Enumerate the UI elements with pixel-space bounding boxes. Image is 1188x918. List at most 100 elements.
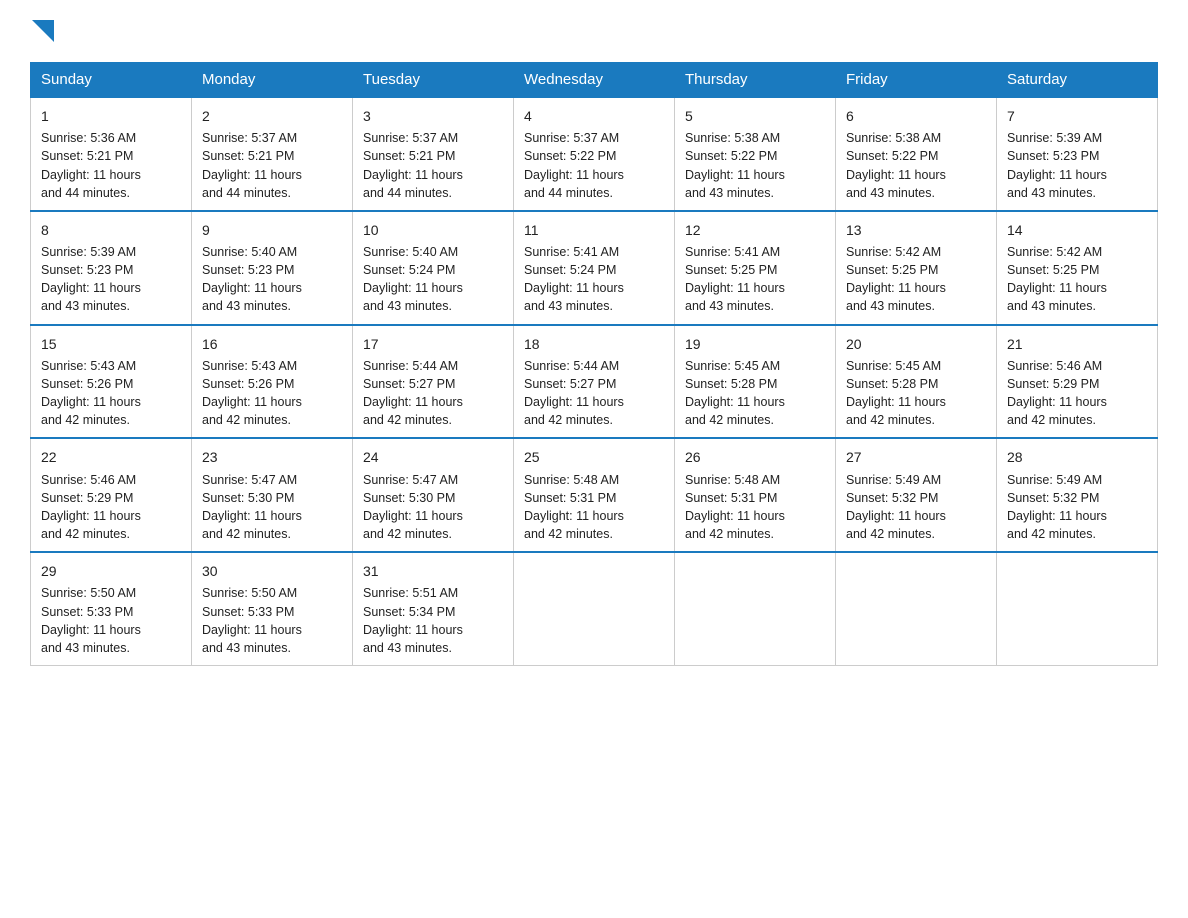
calendar-week-row: 22 Sunrise: 5:46 AMSunset: 5:29 PMDayligh… — [31, 438, 1158, 552]
calendar-cell: 9 Sunrise: 5:40 AMSunset: 5:23 PMDaylight… — [192, 211, 353, 325]
day-number: 10 — [363, 220, 503, 240]
calendar-cell: 1 Sunrise: 5:36 AMSunset: 5:21 PMDaylight… — [31, 97, 192, 211]
day-info: Sunrise: 5:49 AMSunset: 5:32 PMDaylight:… — [846, 473, 946, 541]
day-info: Sunrise: 5:50 AMSunset: 5:33 PMDaylight:… — [41, 586, 141, 654]
calendar-header-row: SundayMondayTuesdayWednesdayThursdayFrid… — [31, 63, 1158, 98]
day-number: 29 — [41, 561, 181, 581]
day-number: 24 — [363, 447, 503, 467]
day-number: 9 — [202, 220, 342, 240]
day-info: Sunrise: 5:46 AMSunset: 5:29 PMDaylight:… — [41, 473, 141, 541]
day-info: Sunrise: 5:36 AMSunset: 5:21 PMDaylight:… — [41, 131, 141, 199]
logo-triangle-icon — [32, 20, 54, 42]
calendar-cell: 16 Sunrise: 5:43 AMSunset: 5:26 PMDayligh… — [192, 325, 353, 439]
calendar-cell: 6 Sunrise: 5:38 AMSunset: 5:22 PMDaylight… — [836, 97, 997, 211]
day-info: Sunrise: 5:42 AMSunset: 5:25 PMDaylight:… — [1007, 245, 1107, 313]
day-number: 19 — [685, 334, 825, 354]
column-header-friday: Friday — [836, 63, 997, 98]
day-info: Sunrise: 5:49 AMSunset: 5:32 PMDaylight:… — [1007, 473, 1107, 541]
calendar-cell: 12Sunrise: 5:41 AMSunset: 5:25 PMDayligh… — [675, 211, 836, 325]
calendar-cell: 5Sunrise: 5:38 AMSunset: 5:22 PMDaylight… — [675, 97, 836, 211]
calendar-cell: 17 Sunrise: 5:44 AMSunset: 5:27 PMDayligh… — [353, 325, 514, 439]
day-info: Sunrise: 5:41 AMSunset: 5:24 PMDaylight:… — [524, 245, 624, 313]
calendar-cell: 20 Sunrise: 5:45 AMSunset: 5:28 PMDayligh… — [836, 325, 997, 439]
day-number: 5 — [685, 106, 825, 126]
calendar-cell: 31Sunrise: 5:51 AMSunset: 5:34 PMDayligh… — [353, 552, 514, 665]
calendar-cell: 11 Sunrise: 5:41 AMSunset: 5:24 PMDayligh… — [514, 211, 675, 325]
calendar-cell: 22 Sunrise: 5:46 AMSunset: 5:29 PMDayligh… — [31, 438, 192, 552]
calendar-cell: 28 Sunrise: 5:49 AMSunset: 5:32 PMDayligh… — [997, 438, 1158, 552]
calendar-cell: 18 Sunrise: 5:44 AMSunset: 5:27 PMDayligh… — [514, 325, 675, 439]
day-info: Sunrise: 5:40 AMSunset: 5:24 PMDaylight:… — [363, 245, 463, 313]
day-info: Sunrise: 5:48 AMSunset: 5:31 PMDaylight:… — [685, 473, 785, 541]
day-info: Sunrise: 5:40 AMSunset: 5:23 PMDaylight:… — [202, 245, 302, 313]
day-info: Sunrise: 5:45 AMSunset: 5:28 PMDaylight:… — [846, 359, 946, 427]
calendar-cell: 3Sunrise: 5:37 AMSunset: 5:21 PMDaylight… — [353, 97, 514, 211]
calendar-cell: 30 Sunrise: 5:50 AMSunset: 5:33 PMDayligh… — [192, 552, 353, 665]
calendar-cell: 21 Sunrise: 5:46 AMSunset: 5:29 PMDayligh… — [997, 325, 1158, 439]
day-number: 31 — [363, 561, 503, 581]
day-info: Sunrise: 5:41 AMSunset: 5:25 PMDaylight:… — [685, 245, 785, 313]
calendar-week-row: 1 Sunrise: 5:36 AMSunset: 5:21 PMDaylight… — [31, 97, 1158, 211]
day-info: Sunrise: 5:48 AMSunset: 5:31 PMDaylight:… — [524, 473, 624, 541]
day-number: 13 — [846, 220, 986, 240]
day-number: 14 — [1007, 220, 1147, 240]
column-header-saturday: Saturday — [997, 63, 1158, 98]
logo — [30, 20, 54, 42]
day-info: Sunrise: 5:44 AMSunset: 5:27 PMDaylight:… — [363, 359, 463, 427]
calendar-cell: 15 Sunrise: 5:43 AMSunset: 5:26 PMDayligh… — [31, 325, 192, 439]
calendar-week-row: 15 Sunrise: 5:43 AMSunset: 5:26 PMDayligh… — [31, 325, 1158, 439]
day-info: Sunrise: 5:47 AMSunset: 5:30 PMDaylight:… — [202, 473, 302, 541]
calendar-cell: 4 Sunrise: 5:37 AMSunset: 5:22 PMDaylight… — [514, 97, 675, 211]
calendar-cell — [836, 552, 997, 665]
calendar-cell — [675, 552, 836, 665]
day-number: 17 — [363, 334, 503, 354]
calendar-cell: 23 Sunrise: 5:47 AMSunset: 5:30 PMDayligh… — [192, 438, 353, 552]
day-number: 1 — [41, 106, 181, 126]
day-number: 2 — [202, 106, 342, 126]
day-info: Sunrise: 5:39 AMSunset: 5:23 PMDaylight:… — [41, 245, 141, 313]
day-info: Sunrise: 5:37 AMSunset: 5:22 PMDaylight:… — [524, 131, 624, 199]
calendar-cell: 7 Sunrise: 5:39 AMSunset: 5:23 PMDaylight… — [997, 97, 1158, 211]
day-number: 30 — [202, 561, 342, 581]
day-number: 4 — [524, 106, 664, 126]
day-number: 18 — [524, 334, 664, 354]
calendar-cell: 27Sunrise: 5:49 AMSunset: 5:32 PMDayligh… — [836, 438, 997, 552]
day-info: Sunrise: 5:50 AMSunset: 5:33 PMDaylight:… — [202, 586, 302, 654]
day-number: 3 — [363, 106, 503, 126]
calendar-cell: 2Sunrise: 5:37 AMSunset: 5:21 PMDaylight… — [192, 97, 353, 211]
day-number: 22 — [41, 447, 181, 467]
day-number: 20 — [846, 334, 986, 354]
day-info: Sunrise: 5:47 AMSunset: 5:30 PMDaylight:… — [363, 473, 463, 541]
day-number: 7 — [1007, 106, 1147, 126]
calendar-cell: 25Sunrise: 5:48 AMSunset: 5:31 PMDayligh… — [514, 438, 675, 552]
calendar-cell: 14 Sunrise: 5:42 AMSunset: 5:25 PMDayligh… — [997, 211, 1158, 325]
day-number: 28 — [1007, 447, 1147, 467]
page-header — [30, 20, 1158, 42]
day-number: 11 — [524, 220, 664, 240]
calendar-cell: 8 Sunrise: 5:39 AMSunset: 5:23 PMDaylight… — [31, 211, 192, 325]
calendar-cell: 19 Sunrise: 5:45 AMSunset: 5:28 PMDayligh… — [675, 325, 836, 439]
calendar-cell: 26Sunrise: 5:48 AMSunset: 5:31 PMDayligh… — [675, 438, 836, 552]
calendar-cell: 13 Sunrise: 5:42 AMSunset: 5:25 PMDayligh… — [836, 211, 997, 325]
day-info: Sunrise: 5:39 AMSunset: 5:23 PMDaylight:… — [1007, 131, 1107, 199]
day-number: 23 — [202, 447, 342, 467]
day-info: Sunrise: 5:38 AMSunset: 5:22 PMDaylight:… — [846, 131, 946, 199]
day-number: 6 — [846, 106, 986, 126]
calendar-week-row: 8 Sunrise: 5:39 AMSunset: 5:23 PMDaylight… — [31, 211, 1158, 325]
calendar-cell: 24 Sunrise: 5:47 AMSunset: 5:30 PMDayligh… — [353, 438, 514, 552]
day-info: Sunrise: 5:43 AMSunset: 5:26 PMDaylight:… — [202, 359, 302, 427]
day-number: 15 — [41, 334, 181, 354]
day-number: 16 — [202, 334, 342, 354]
calendar-cell: 10 Sunrise: 5:40 AMSunset: 5:24 PMDayligh… — [353, 211, 514, 325]
day-info: Sunrise: 5:45 AMSunset: 5:28 PMDaylight:… — [685, 359, 785, 427]
day-info: Sunrise: 5:42 AMSunset: 5:25 PMDaylight:… — [846, 245, 946, 313]
day-number: 21 — [1007, 334, 1147, 354]
calendar-week-row: 29 Sunrise: 5:50 AMSunset: 5:33 PMDayligh… — [31, 552, 1158, 665]
column-header-thursday: Thursday — [675, 63, 836, 98]
day-info: Sunrise: 5:46 AMSunset: 5:29 PMDaylight:… — [1007, 359, 1107, 427]
day-info: Sunrise: 5:43 AMSunset: 5:26 PMDaylight:… — [41, 359, 141, 427]
calendar-cell — [997, 552, 1158, 665]
day-info: Sunrise: 5:44 AMSunset: 5:27 PMDaylight:… — [524, 359, 624, 427]
day-number: 8 — [41, 220, 181, 240]
calendar-cell — [514, 552, 675, 665]
